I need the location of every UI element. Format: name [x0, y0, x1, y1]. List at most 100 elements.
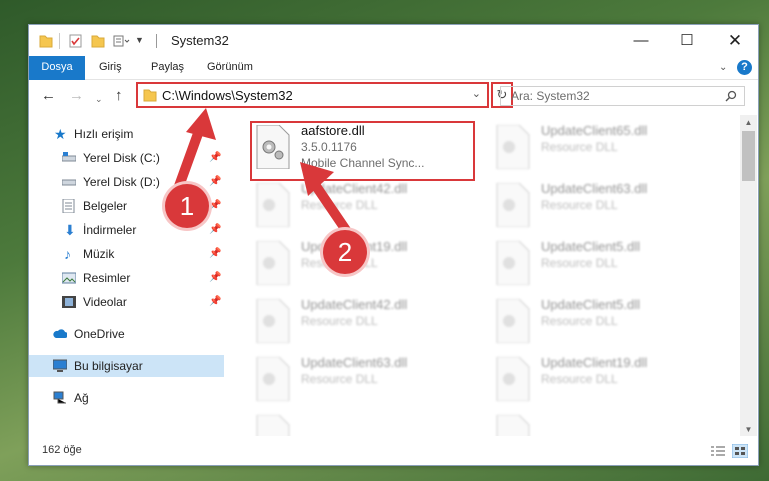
tab-share[interactable]: Paylaş — [151, 56, 184, 79]
back-arrow-icon[interactable]: ← — [41, 88, 56, 104]
file-name: UpdateClient5.dll — [541, 239, 641, 254]
file-description: Resource DLL — [541, 372, 618, 386]
sidebar-item-this-pc[interactable]: Bu bilgisayar — [29, 355, 224, 377]
sidebar-item-label: Ağ — [74, 391, 89, 405]
file-description: Resource DLL — [541, 198, 618, 212]
file-name: UpdateClient63.dll — [301, 355, 408, 370]
sidebar-item-label: Belgeler — [83, 199, 128, 213]
sidebar-item-pictures[interactable]: Resimler 📌 — [29, 267, 224, 289]
window-title: System32 — [171, 33, 229, 48]
file-name: UpdateClient65.dll — [541, 123, 648, 138]
maximize-button[interactable]: ☐ — [664, 25, 710, 56]
sidebar-item-label: Müzik — [83, 247, 115, 261]
folder-icon — [39, 35, 53, 48]
dll-file-icon — [256, 241, 290, 285]
sidebar-item-music[interactable]: ♪ Müzik 📌 — [29, 243, 224, 265]
expand-ribbon-icon[interactable]: ⌄ — [719, 56, 727, 79]
sidebar-item-label: OneDrive — [74, 327, 125, 341]
pin-icon: 📌 — [209, 248, 222, 259]
folder-icon — [143, 89, 157, 102]
scroll-up-icon[interactable]: ▲ — [740, 118, 757, 127]
ribbon-tabs: Dosya Giriş Paylaş Görünüm ⌄ ? — [29, 56, 758, 112]
sidebar-item-network[interactable]: Ağ — [29, 387, 224, 409]
dll-file-icon — [496, 125, 530, 169]
pin-icon: 📌 — [209, 272, 222, 283]
file-item[interactable]: UpdateClient65.dll Resource DLL — [495, 123, 720, 179]
dll-file-icon — [256, 299, 290, 343]
star-icon: ★ — [54, 126, 67, 142]
dll-file-icon — [496, 415, 530, 436]
dll-file-icon — [496, 183, 530, 227]
address-dropdown-icon[interactable]: ⌄ — [472, 87, 481, 100]
dll-file-icon — [496, 357, 530, 401]
sidebar-item-label: Videolar — [83, 295, 127, 309]
sidebar-item-label: Bu bilgisayar — [74, 359, 143, 373]
status-bar: 162 öğe — [29, 438, 758, 464]
sidebar-item-videos[interactable]: Videolar 📌 — [29, 291, 224, 313]
title-bar: ▼ System32 — ☐ ✕ — [29, 25, 758, 56]
file-description: Resource DLL — [541, 256, 618, 270]
help-icon[interactable]: ? — [737, 60, 752, 75]
dll-file-icon — [256, 415, 290, 436]
file-description: Resource DLL — [541, 314, 618, 328]
file-description: Resource DLL — [541, 140, 618, 154]
file-name: UpdateClient19.dll — [541, 355, 648, 370]
sidebar-item-label: Hızlı erişim — [74, 127, 134, 141]
file-item[interactable]: UpdateClient42.dll Resource DLL — [255, 297, 480, 353]
explorer-window: ▼ System32 — ☐ ✕ Dosya Giriş Paylaş Görü… — [28, 24, 759, 466]
close-button[interactable]: ✕ — [712, 25, 758, 56]
drive-icon — [62, 179, 76, 186]
file-item[interactable]: UpdateClient19.dll Resource DLL — [495, 355, 720, 411]
pin-icon: 📌 — [209, 224, 222, 235]
file-item[interactable]: UpdateClient5.dll Resource DLL — [495, 297, 720, 353]
dll-file-icon — [496, 241, 530, 285]
scroll-down-icon[interactable]: ▼ — [740, 425, 757, 434]
file-name: UpdateClient63.dll — [541, 181, 648, 196]
item-count: 162 öğe — [42, 444, 82, 456]
sidebar-item-label: Yerel Disk (D:) — [83, 175, 160, 189]
scrollbar-thumb[interactable] — [742, 131, 755, 181]
download-icon: ⬇ — [64, 222, 76, 238]
search-input[interactable]: Ara: System32 — [500, 86, 745, 106]
documents-icon — [62, 199, 75, 213]
large-icons-view-icon[interactable] — [732, 444, 748, 458]
pictures-icon — [62, 272, 76, 284]
callout-badge-2: 2 — [323, 230, 367, 274]
file-item[interactable]: UpdateClient63.dll Resource DLL — [495, 181, 720, 237]
file-description: Resource DLL — [301, 372, 378, 386]
dll-file-icon — [496, 299, 530, 343]
file-name: UpdateClient42.dll — [301, 297, 408, 312]
up-arrow-icon[interactable]: ↑ — [115, 88, 123, 104]
callout-badge-1: 1 — [165, 184, 209, 228]
sidebar-item-label: Yerel Disk (C:) — [83, 151, 160, 165]
tab-view[interactable]: Görünüm — [207, 56, 253, 79]
file-item[interactable] — [255, 413, 480, 436]
file-item[interactable] — [495, 413, 720, 436]
file-item[interactable]: UpdateClient63.dll Resource DLL — [255, 355, 480, 411]
properties-icon[interactable] — [69, 33, 83, 49]
file-description: Resource DLL — [301, 314, 378, 328]
tab-home[interactable]: Giriş — [99, 56, 122, 79]
minimize-button[interactable]: — — [618, 25, 664, 56]
pin-icon: 📌 — [209, 296, 222, 307]
recent-locations-icon[interactable]: ⌄ — [95, 91, 103, 107]
search-placeholder: Ara: System32 — [511, 89, 590, 103]
sidebar-item-label: Resimler — [83, 271, 131, 285]
computer-icon — [53, 359, 67, 372]
vertical-scrollbar[interactable]: ▲ ▼ — [740, 115, 757, 436]
details-view-icon[interactable] — [710, 445, 726, 457]
cloud-icon — [53, 329, 67, 338]
new-folder-icon[interactable] — [91, 33, 105, 49]
search-icon[interactable] — [725, 90, 737, 102]
chevron-down-icon[interactable]: ▼ — [135, 35, 144, 51]
sidebar-item-onedrive[interactable]: OneDrive — [29, 323, 224, 345]
forward-arrow-icon[interactable]: → — [69, 88, 84, 104]
sidebar-item-label: İndirmeler — [83, 223, 137, 237]
navigation-bar: ← → ⌄ ↑ C:\Windows\System32 ⌄ ↻ Ara: Sys… — [29, 80, 758, 113]
videos-icon — [62, 296, 76, 308]
divider — [59, 33, 60, 49]
customize-toolbar-icon[interactable] — [113, 33, 131, 49]
network-icon — [53, 391, 66, 404]
drive-icon — [62, 152, 76, 162]
file-item[interactable]: UpdateClient5.dll Resource DLL — [495, 239, 720, 295]
